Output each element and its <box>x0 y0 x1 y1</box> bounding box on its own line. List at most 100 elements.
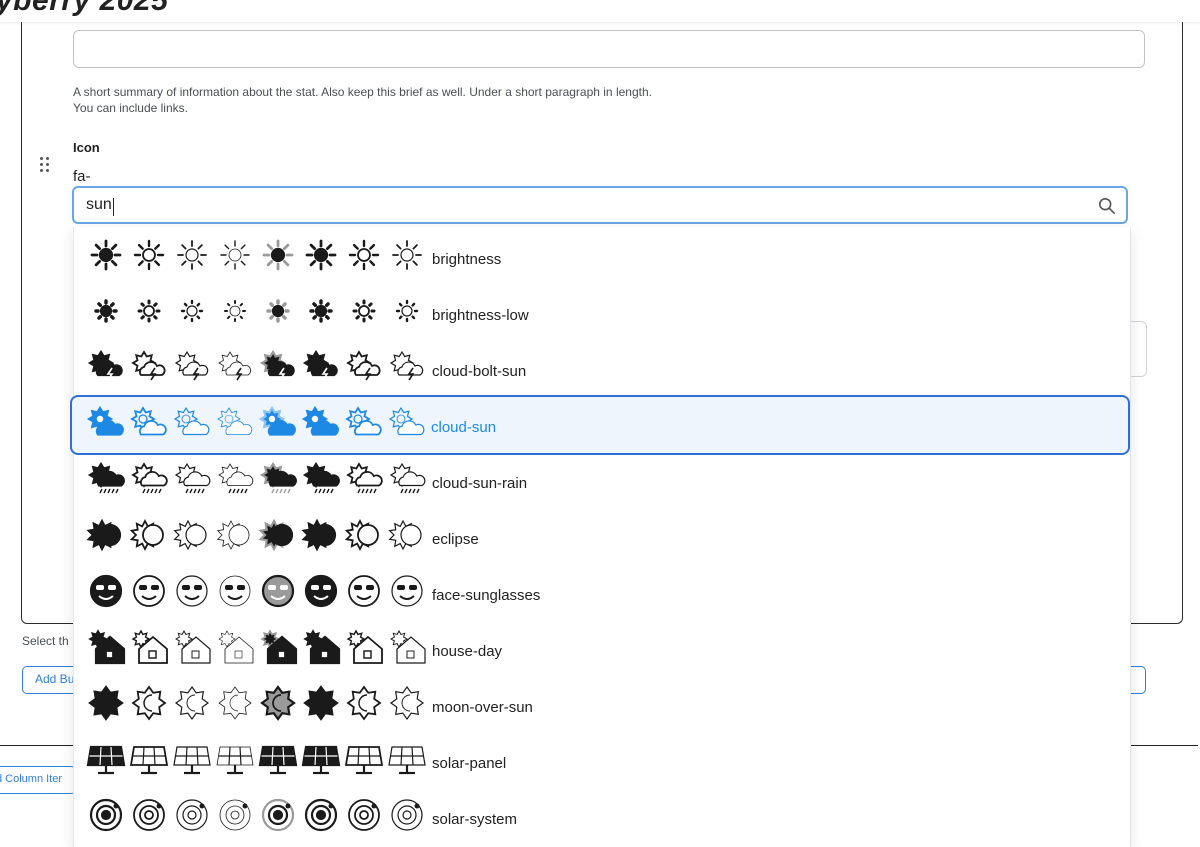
page-title: yberry 2025 <box>0 0 169 17</box>
face-sunglasses-icon <box>89 574 123 608</box>
eclipse-icon <box>388 519 422 551</box>
solar-system-icon <box>176 799 208 831</box>
text-caret <box>113 198 114 216</box>
icon-style-variants <box>86 513 428 557</box>
drag-handle-icon[interactable] <box>39 157 51 173</box>
icon-option-label: face-sunglasses <box>432 587 541 604</box>
face-sunglasses-icon <box>219 575 251 607</box>
selected-option-highlight <box>70 395 1130 455</box>
solar-system-icon <box>133 799 165 831</box>
house-day-icon <box>390 630 426 664</box>
cloud-bolt-sun-icon <box>174 350 209 381</box>
icon-option-brightness[interactable]: brightness <box>74 227 1130 283</box>
moon-over-sun-icon <box>389 685 425 721</box>
moon-over-sun-icon <box>131 685 167 721</box>
solar-system-icon <box>261 798 295 832</box>
cloud-sun-rain-icon <box>174 462 211 494</box>
icon-option-cloud-sun-rain[interactable]: cloud-sun-rain <box>74 451 1130 507</box>
add-button[interactable]: Add Bu <box>22 666 78 694</box>
cloud-sun-rain-icon <box>302 461 340 494</box>
icon-option-face-sunglasses[interactable]: face-sunglasses <box>74 563 1130 619</box>
solar-system-icon <box>219 799 251 831</box>
eclipse-icon <box>301 518 337 552</box>
brightness-icon <box>348 239 380 271</box>
face-sunglasses-icon <box>348 575 380 607</box>
house-day-icon <box>175 630 211 664</box>
add-column-item-button[interactable]: d Column Iter <box>0 766 76 794</box>
icon-dropdown-list: brightness brightness-low cloud-bolt-sun cl… <box>73 227 1131 847</box>
cloud-bolt-sun-icon <box>389 350 424 381</box>
moon-over-sun-icon <box>218 686 252 720</box>
solar-panel-icon <box>129 746 169 775</box>
solar-panel-icon <box>258 745 298 775</box>
icon-option-label: house-day <box>432 643 503 660</box>
cloud-bolt-sun-icon <box>131 350 166 381</box>
icon-style-variants <box>88 289 428 333</box>
cloud-bolt-sun-icon <box>87 349 123 381</box>
moon-over-sun-icon <box>346 685 382 721</box>
face-sunglasses-icon <box>261 574 295 608</box>
brightness-icon <box>305 239 337 271</box>
icon-style-variants <box>88 625 428 669</box>
brightness-icon <box>220 240 250 270</box>
solar-panel-icon <box>173 746 211 775</box>
icon-option-label: eclipse <box>432 531 479 548</box>
cloud-sun-rain-icon <box>346 462 383 494</box>
house-day-icon <box>303 629 341 665</box>
solar-panel-icon <box>86 745 126 775</box>
icon-search-input[interactable] <box>86 195 1076 215</box>
summary-help-text: A short summary of information about the… <box>73 85 652 115</box>
eclipse-icon <box>173 519 207 551</box>
face-sunglasses-icon <box>304 574 338 608</box>
eclipse-icon <box>86 518 122 552</box>
page-header: yberry 2025 <box>0 0 1200 22</box>
house-day-icon <box>88 629 126 665</box>
icon-option-moon-over-sun[interactable]: moon-over-sun <box>74 675 1130 731</box>
cloud-bolt-sun-icon <box>302 349 338 381</box>
icon-search-box[interactable] <box>72 186 1128 224</box>
solar-system-icon <box>391 799 423 831</box>
icon-option-label: cloud-bolt-sun <box>432 363 527 380</box>
brightness-low-icon <box>137 299 161 323</box>
eclipse-icon <box>216 520 250 550</box>
icon-option-label: moon-over-sun <box>432 699 533 716</box>
brightness-icon <box>392 240 422 270</box>
icon-style-variants <box>88 681 428 725</box>
select-hint-text: Select th <box>22 634 69 648</box>
icon-option-cloud-bolt-sun[interactable]: cloud-bolt-sun <box>74 339 1130 395</box>
brightness-low-icon <box>224 300 246 322</box>
brightness-low-icon <box>266 299 290 323</box>
solar-system-icon <box>304 798 338 832</box>
cloud-sun-rain-icon <box>218 463 254 494</box>
moon-over-sun-icon <box>260 685 296 721</box>
eclipse-icon <box>129 519 164 551</box>
solar-panel-icon <box>216 746 254 775</box>
icon-style-variants <box>87 457 428 501</box>
icon-style-variants <box>88 793 428 837</box>
eclipse-icon <box>344 519 379 551</box>
cloud-bolt-sun-icon <box>218 351 252 381</box>
icon-option-solar-system[interactable]: solar-system <box>74 787 1130 843</box>
brightness-icon <box>90 239 122 271</box>
solar-system-icon <box>348 799 380 831</box>
house-day-icon <box>260 629 298 665</box>
icon-style-variants <box>87 345 428 389</box>
brightness-icon <box>177 240 207 270</box>
icon-option-house-day[interactable]: house-day <box>74 619 1130 675</box>
icon-option-label: solar-panel <box>432 755 507 772</box>
solar-panel-icon <box>388 746 426 775</box>
icon-option-brightness-low[interactable]: brightness-low <box>74 283 1130 339</box>
solar-system-icon <box>89 798 123 832</box>
eclipse-icon <box>258 518 294 552</box>
summary-field[interactable] <box>73 30 1145 68</box>
brightness-low-icon <box>180 299 204 323</box>
face-sunglasses-icon <box>133 575 165 607</box>
icon-style-variants <box>88 233 428 277</box>
icon-style-variants <box>88 569 428 613</box>
icon-style-variants <box>86 737 428 781</box>
face-sunglasses-icon <box>176 575 208 607</box>
icon-option-solar-panel[interactable]: solar-panel <box>74 731 1130 787</box>
icon-option-label: solar-system <box>432 811 518 828</box>
search-icon[interactable] <box>1098 197 1116 215</box>
icon-option-eclipse[interactable]: eclipse <box>74 507 1130 563</box>
